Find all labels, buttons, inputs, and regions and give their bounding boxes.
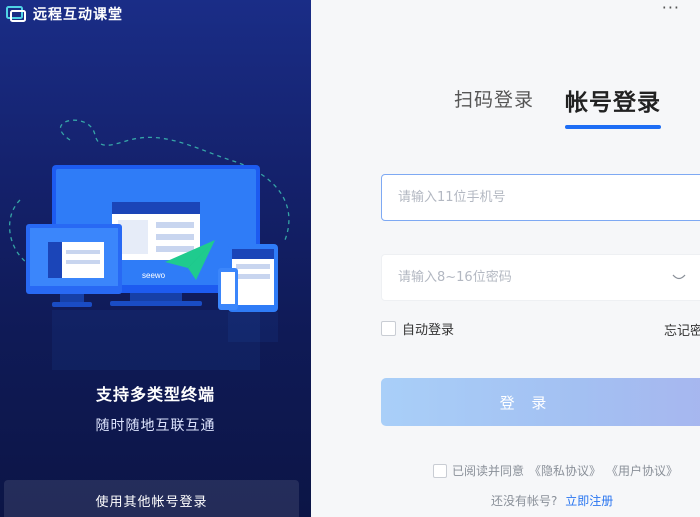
app-brand: 远程互动课堂 — [6, 4, 123, 24]
more-menu-icon[interactable]: ··· — [662, 0, 680, 17]
promo-panel: 远程互动课堂 seewo 支持多类型终端 随时随地互联互通 使用其他帐号登录 — [0, 0, 311, 517]
eye-closed-icon[interactable] — [672, 272, 686, 282]
tab-qr-login[interactable]: 扫码登录 — [454, 85, 534, 112]
privacy-policy-link[interactable]: 《隐私协议》 — [529, 462, 601, 479]
promo-subheadline: 随时随地互联互通 — [95, 418, 216, 434]
tab-account-login[interactable]: 帐号登录 — [565, 83, 661, 117]
auto-login-option[interactable]: 自动登录 — [381, 319, 454, 338]
auto-login-checkbox[interactable] — [381, 321, 396, 336]
multi-device-illustration: seewo — [8, 119, 290, 370]
register-row: 还没有帐号? 立即注册 — [491, 492, 613, 509]
active-tab-indicator — [565, 125, 661, 129]
user-agreement-link[interactable]: 《用户协议》 — [606, 462, 678, 479]
register-prompt: 还没有帐号? — [491, 494, 558, 508]
agreement-row: 已阅读并同意 《隐私协议》 《用户协议》 — [433, 462, 678, 479]
app-title: 远程互动课堂 — [33, 7, 123, 23]
app-logo-icon — [6, 6, 26, 22]
other-account-login-button[interactable]: 使用其他帐号登录 — [4, 480, 299, 517]
agreement-prefix: 已阅读并同意 — [452, 464, 525, 478]
agreement-checkbox[interactable] — [433, 463, 447, 478]
illustration-brand-text: seewo — [142, 271, 166, 280]
login-panel: ··· 扫码登录 帐号登录 自动登录 忘记密码 登 录 已阅读并同意 《隐私协议… — [311, 0, 700, 517]
password-field-wrapper — [381, 254, 700, 301]
promo-headline: 支持多类型终端 — [95, 385, 215, 404]
login-button[interactable]: 登 录 — [381, 378, 700, 426]
password-input[interactable] — [382, 255, 700, 300]
phone-field-wrapper — [381, 174, 700, 221]
auto-login-label: 自动登录 — [402, 323, 455, 338]
register-link[interactable]: 立即注册 — [565, 494, 613, 508]
login-button-label: 登 录 — [499, 393, 553, 412]
forgot-password-link[interactable]: 忘记密码 — [664, 320, 700, 339]
phone-input[interactable] — [382, 175, 700, 220]
